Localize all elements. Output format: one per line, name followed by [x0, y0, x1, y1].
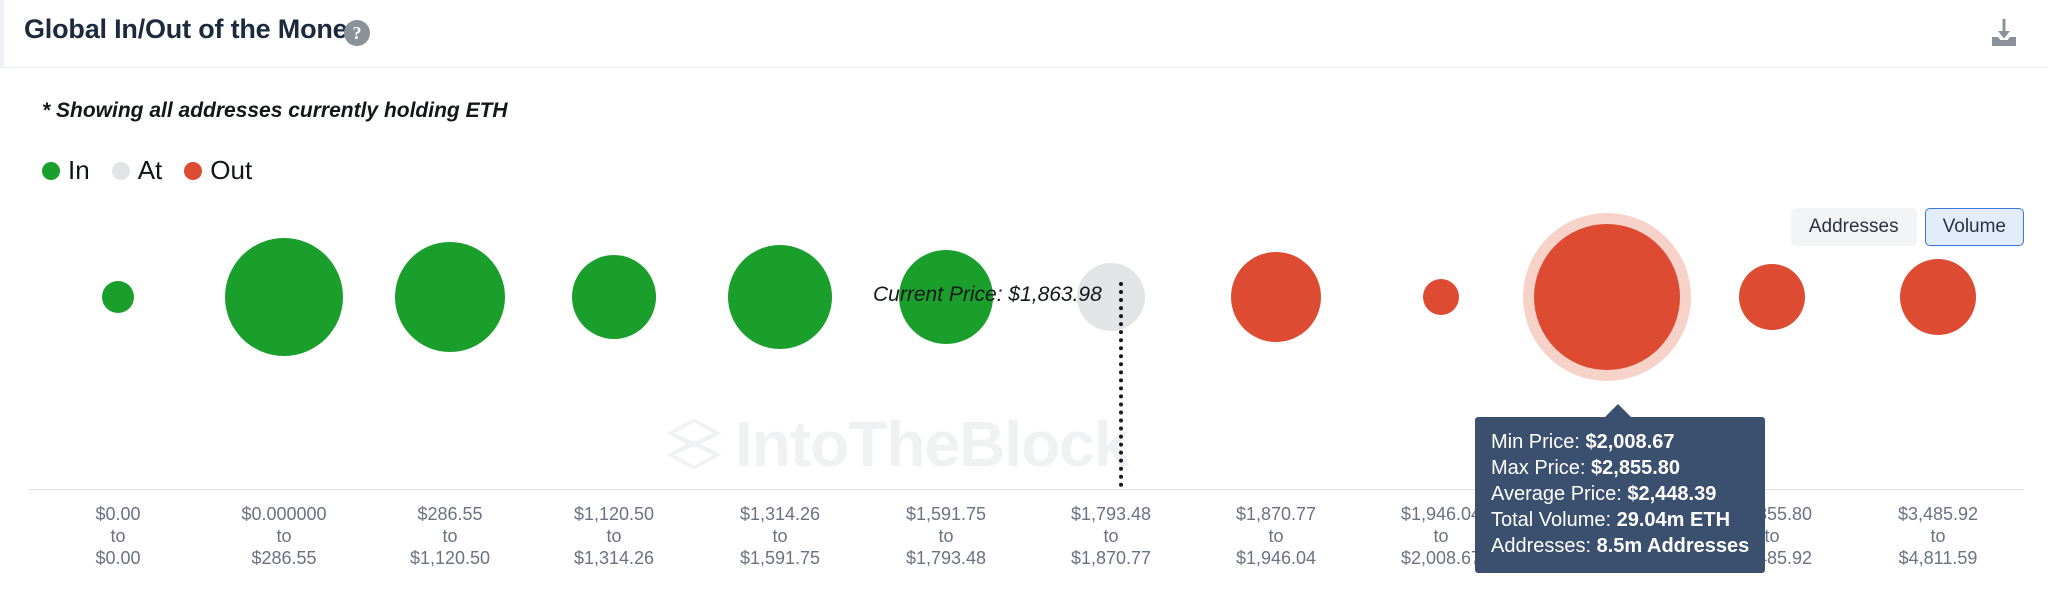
x-axis-label: $3,485.92 to $4,811.59 — [1897, 504, 1979, 568]
tooltip-row: Total Volume: 29.04m ETH — [1491, 507, 1749, 533]
question-mark-icon[interactable]: ? — [344, 20, 370, 46]
chart-widget: Global In/Out of the Money ? * Showing a… — [0, 0, 2048, 616]
tooltip-key: Max Price: — [1491, 457, 1592, 479]
bubble-in[interactable] — [102, 281, 134, 313]
legend-dot-at — [111, 161, 130, 180]
current-price-line — [1119, 282, 1123, 487]
legend-item-in[interactable]: In — [42, 155, 90, 186]
legend-item-at[interactable]: At — [111, 155, 163, 186]
legend-dot-in — [42, 161, 60, 180]
bubble-in[interactable] — [728, 245, 832, 349]
page-title: Global In/Out of the Money — [24, 14, 363, 44]
tooltip-key: Addresses: — [1491, 535, 1597, 557]
legend-label-at: At — [137, 155, 163, 185]
bubble-out[interactable] — [1739, 264, 1805, 330]
chart-subtitle: * Showing all addresses currently holdin… — [42, 99, 508, 122]
tooltip-key: Total Volume: — [1491, 509, 1617, 531]
legend-label-out: Out — [210, 155, 253, 185]
bubble-out[interactable] — [1423, 279, 1459, 315]
header-accent-bar — [0, 0, 4, 68]
tooltip-value: $2,855.80 — [1591, 457, 1681, 479]
bubble-out[interactable] — [1231, 252, 1321, 342]
current-price-label: Current Price: $1,863.98 — [873, 283, 1102, 306]
tooltip-arrow — [1604, 404, 1632, 418]
widget-header: Global In/Out of the Money ? — [0, 0, 2048, 68]
legend-item-out[interactable]: Out — [184, 155, 252, 186]
tooltip-row: Min Price: $2,008.67 — [1491, 429, 1749, 455]
tooltip-value: $2,448.39 — [1627, 483, 1717, 505]
bubble-out[interactable] — [1900, 259, 1976, 335]
tooltip-row: Addresses: 8.5m Addresses — [1491, 533, 1749, 559]
tooltip-value: $2,008.67 — [1585, 431, 1675, 453]
legend-dot-out — [184, 161, 203, 180]
legend-label-in: In — [68, 155, 90, 185]
tooltip-key: Average Price: — [1491, 483, 1628, 505]
tooltip-row: Average Price: $2,448.39 — [1491, 481, 1749, 507]
bubble-out[interactable] — [1534, 224, 1680, 370]
tooltip-row: Max Price: $2,855.80 — [1491, 455, 1749, 481]
bubble-in[interactable] — [395, 242, 505, 352]
bubble-tooltip: Min Price: $2,008.67 Max Price: $2,855.80… — [1475, 417, 1766, 573]
download-icon[interactable] — [1986, 16, 2022, 57]
bubble-in[interactable] — [225, 238, 343, 356]
tooltip-value: 8.5m Addresses — [1596, 535, 1750, 557]
tooltip-value: 29.04m ETH — [1616, 509, 1731, 531]
legend: In At Out — [42, 155, 274, 186]
bubble-in[interactable] — [572, 255, 656, 339]
tooltip-key: Min Price: — [1491, 431, 1586, 453]
